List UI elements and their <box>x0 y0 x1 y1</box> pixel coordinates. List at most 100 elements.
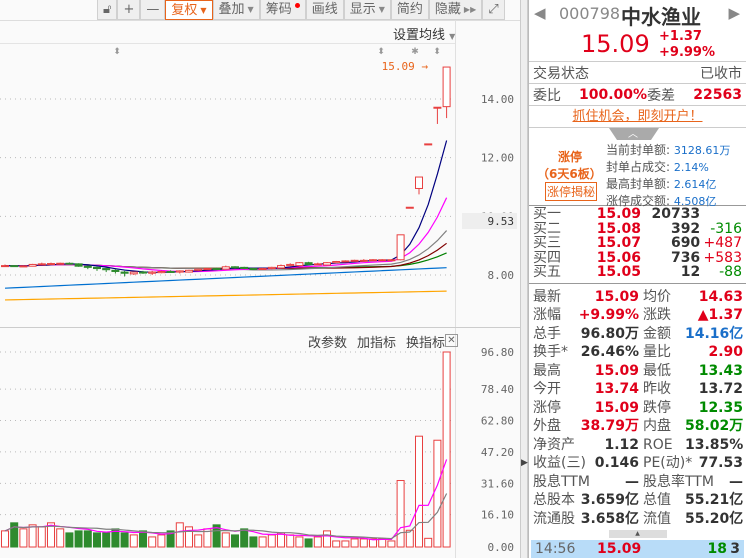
overlay-dropdown[interactable]: 叠加 ▼ <box>212 0 260 20</box>
change-params-button[interactable]: 改参数 <box>308 332 347 351</box>
close-indicator-button[interactable]: ✕ <box>445 334 458 347</box>
detail-value: 4.508亿 <box>673 195 717 208</box>
stat-value: 3.658亿 <box>580 510 639 527</box>
candle-body <box>304 262 313 265</box>
caret-down-icon: ▼ <box>200 5 207 15</box>
stat-value: 13.72 <box>698 381 743 397</box>
stat-label: 均价 <box>643 288 671 305</box>
scroll-up-button[interactable]: ▲ <box>608 530 667 538</box>
candle-body <box>194 268 203 271</box>
next-stock-icon[interactable]: ▶ <box>728 4 740 22</box>
candle-body <box>19 265 28 268</box>
bid-volume: 736 <box>670 249 701 266</box>
volume-bar <box>231 534 239 548</box>
limit-detail: 最高封单额: 2.614亿 <box>606 176 730 193</box>
fuquan-dropdown[interactable]: 复权 ▼ <box>165 0 213 20</box>
candle-body <box>28 263 37 267</box>
detail-label: 当前封单额: <box>606 143 671 157</box>
candle-body <box>267 266 276 270</box>
volume-bar <box>240 528 249 548</box>
axis-divider <box>455 20 456 558</box>
candle-body <box>369 259 377 262</box>
candle-body <box>37 263 46 266</box>
kline-chart[interactable]: 14.0012.0010.008.009.5396.8078.4062.8047… <box>0 0 521 558</box>
open-account-link[interactable]: 抓住机会，即刻开户！ <box>572 109 702 124</box>
candle-body <box>350 259 359 262</box>
volume-bar <box>74 530 83 548</box>
price-tick-label: 8.00 <box>488 269 515 282</box>
volume-bar <box>37 526 46 548</box>
tick-row[interactable]: 14:56 15.09 18 3 <box>531 540 744 558</box>
volume-tick-label: 78.40 <box>481 383 514 396</box>
expand-icon: ⤢ <box>488 2 499 17</box>
weibi-value: 100.00% <box>579 86 648 103</box>
candle-body <box>148 271 157 274</box>
candle-body <box>387 259 396 262</box>
prev-stock-icon[interactable]: ◀ <box>534 4 546 22</box>
candle-body <box>378 259 387 262</box>
candle-body <box>221 266 230 270</box>
volume-bar <box>332 540 341 548</box>
stat-value: 14.63 <box>698 288 743 305</box>
bid-price: 15.05 <box>596 264 641 280</box>
candle-body <box>65 262 74 265</box>
stat-label: 最低 <box>643 362 671 379</box>
expand-button[interactable]: ⤢ <box>482 0 505 20</box>
candle-body <box>332 261 341 264</box>
bid-book: 买一 15.09 20733 买二 15.08 392 -316 买三 15.0… <box>529 206 746 284</box>
add-indicator-button[interactable]: 加指标 <box>357 332 396 351</box>
price-change-pct: +9.99% <box>659 45 715 60</box>
detail-value: 3128.61万 <box>673 144 731 157</box>
bid-volume: 690 <box>670 235 701 251</box>
volume-tick-label: 47.20 <box>481 446 514 459</box>
limit-up-secret-button[interactable]: 涨停揭秘 <box>545 182 598 201</box>
stat-value: ▲1.37 <box>697 307 743 323</box>
bid-label: 买五 <box>533 264 561 280</box>
switch-indicator-button[interactable]: 换指标 <box>406 332 445 351</box>
bid-change: +583 <box>703 249 742 266</box>
simple-button[interactable]: 简约 <box>390 0 429 20</box>
ma-setting-label: 设置均线 <box>393 28 446 43</box>
display-dropdown[interactable]: 显示 ▼ <box>343 0 391 20</box>
volume-bar <box>350 538 359 548</box>
chips-button[interactable]: 筹码 <box>259 0 306 20</box>
tick-count: 3 <box>730 541 740 557</box>
stat-label: 昨收 <box>643 381 671 397</box>
limit-up-title: 涨停 <box>558 150 583 164</box>
stat-value: 12.35 <box>698 399 743 416</box>
volume-bar <box>433 439 442 548</box>
zoom-in-button[interactable]: + <box>117 0 141 20</box>
volume-bar <box>359 538 368 548</box>
ma-setting-dropdown[interactable]: 设置均线 ▼ <box>393 24 455 43</box>
stat-value: — <box>729 473 743 490</box>
zoom-out-button[interactable]: — <box>140 0 166 20</box>
lock-button[interactable]: 🔓︎ <box>97 0 118 20</box>
volume-bar <box>295 536 304 548</box>
collapse-arrow-icon[interactable]: ▶ <box>521 458 528 468</box>
stat-label: 金额 <box>643 325 671 342</box>
close-icon: ✕ <box>447 335 456 346</box>
stat-value: — <box>625 473 639 490</box>
ma5-line <box>4 140 448 273</box>
hide-button[interactable]: 隐藏 ▶▶ <box>428 0 483 20</box>
stat-value: 15.09 <box>594 399 639 416</box>
limit-up-days: （6天6板） <box>537 167 602 181</box>
candle-body <box>442 66 451 108</box>
volume-bar <box>323 530 331 548</box>
panel-splitter[interactable]: ▶ <box>520 0 528 558</box>
stat-value: 2.90 <box>708 344 743 360</box>
stat-label: 涨跌 <box>643 307 671 323</box>
stat-label: 跌停 <box>643 399 671 416</box>
volume-bar <box>148 536 157 548</box>
last-price: 15.09 <box>581 30 650 58</box>
bid-row: 买五 15.05 12 -88 <box>529 265 746 280</box>
stat-label: 股息率TTM <box>643 473 714 490</box>
event-marker-icon: ⬍ <box>433 47 441 57</box>
volume-bar <box>442 351 451 548</box>
candle-body <box>83 265 92 268</box>
price-tick-label: 14.00 <box>481 93 514 106</box>
candle-body <box>212 268 221 271</box>
limit-up-box: ︿ 涨停 （6天6板） 涨停揭秘 当前封单额: 3128.61万 封单占成交: … <box>529 128 746 208</box>
draw-button[interactable]: 画线 <box>305 0 344 20</box>
bid-change: -316 <box>710 220 742 237</box>
